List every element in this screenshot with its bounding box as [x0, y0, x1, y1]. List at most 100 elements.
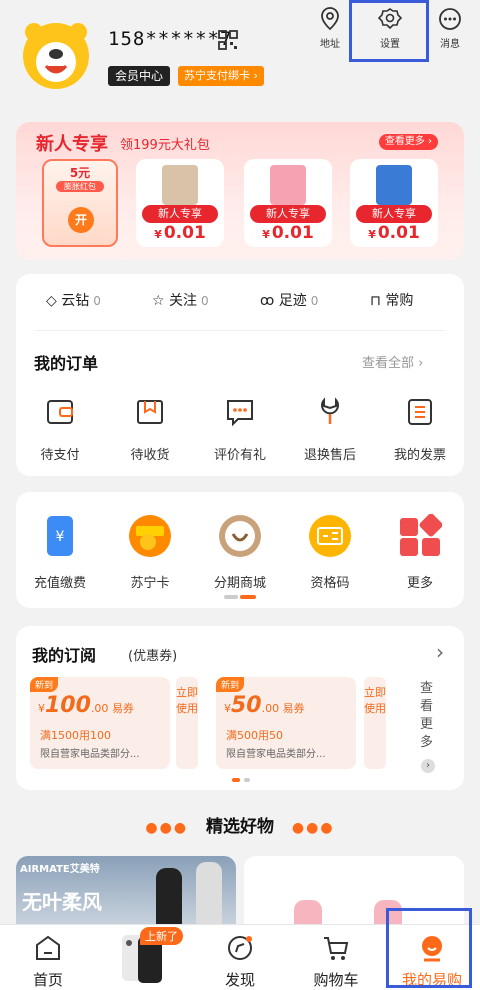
package-icon	[137, 400, 163, 424]
order-pending-payment[interactable]: 待支付	[20, 396, 100, 463]
coupon-indicator	[244, 778, 250, 782]
bag-icon: ⊓	[370, 293, 381, 309]
messages-label: 消息	[440, 39, 460, 50]
coupon-description: 限自营家电品类部分...	[40, 749, 140, 760]
new-user-banner[interactable]: 新人专享 领199元大礼包 查看更多 › 5元 膨胀红包 开 新人专享 ¥0.0…	[16, 122, 464, 260]
decor-dots: ●●●	[145, 820, 189, 836]
product-card[interactable]: 新人专享 ¥0.01	[350, 159, 438, 247]
page-indicator-active	[240, 595, 256, 599]
product-tag: 新人专享	[356, 205, 432, 223]
star-icon: ☆	[152, 293, 165, 309]
divider	[34, 330, 446, 331]
address-button[interactable]: 地址	[310, 6, 350, 50]
grid-icon	[400, 513, 443, 556]
settings-highlight-box	[349, 0, 429, 62]
qr-code-icon[interactable]	[218, 30, 238, 50]
count-diamond[interactable]: ◇ 云钻 0	[46, 290, 101, 310]
nav-home[interactable]: 首页	[0, 925, 96, 990]
use-coupon-button[interactable]: 立即使用	[364, 677, 386, 769]
compass-icon	[228, 936, 252, 960]
open-gift-button[interactable]: 开	[68, 207, 94, 233]
message-icon	[439, 8, 461, 30]
count-frequent[interactable]: ⊓ 常购	[370, 290, 417, 310]
product-tag: 新人专享	[142, 205, 218, 223]
see-more-coupons[interactable]: 查看更多	[420, 680, 436, 752]
coupon-amount: ¥100.00 易券	[38, 693, 134, 718]
product-image	[196, 862, 222, 926]
comment-icon	[227, 400, 253, 427]
new-user-title: 新人专享	[36, 134, 108, 155]
coupon-amount: ¥50.00 易券	[224, 693, 305, 718]
recharge-icon: ¥	[47, 516, 73, 556]
subscription-subtitle: (优惠券)	[128, 649, 178, 664]
see-more-button[interactable]: 查看更多 ›	[378, 134, 438, 150]
wallet-icon	[47, 400, 73, 424]
my-account-highlight-box	[386, 908, 472, 988]
order-review[interactable]: 评价有礼	[200, 396, 280, 463]
footprint-icon: ꝏ	[260, 293, 275, 309]
service-qualification-code[interactable]: 资格码	[288, 514, 372, 591]
address-label: 地址	[320, 39, 340, 50]
product-card[interactable]: 新人专享 ¥0.01	[244, 159, 332, 247]
wrench-icon	[321, 397, 339, 424]
new-user-subtitle: 领199元大礼包	[120, 138, 210, 153]
installment-icon	[219, 515, 261, 557]
order-returns[interactable]: 退换售后	[290, 396, 370, 463]
service-installment-mall[interactable]: 分期商城	[198, 514, 282, 591]
nav-cart[interactable]: 购物车	[288, 925, 384, 990]
product-price: ¥0.01	[154, 223, 206, 243]
subscription-title: 我的订阅	[32, 646, 97, 665]
order-pending-receipt[interactable]: 待收货	[110, 396, 190, 463]
location-icon	[321, 7, 339, 31]
brand-logo: AIRMATE艾美特	[20, 864, 100, 875]
use-coupon-button[interactable]: 立即使用	[176, 677, 198, 769]
messages-button[interactable]: 消息	[430, 6, 470, 50]
coupon-description: 限自营家电品类部分...	[226, 749, 326, 760]
gift-card[interactable]: 5元 膨胀红包 开	[42, 159, 118, 247]
product-image	[156, 868, 182, 926]
count-follow[interactable]: ☆ 关注 0	[152, 290, 209, 310]
suning-card-icon	[129, 515, 171, 557]
product-price: ¥0.01	[368, 223, 420, 243]
cart-icon	[324, 937, 349, 960]
nav-discover[interactable]: 发现	[192, 925, 288, 990]
coupon-card[interactable]: 新到 ¥100.00 易券 满1500用100 限自营家电品类部分...	[30, 677, 170, 769]
service-suning-card[interactable]: 苏宁卡	[108, 514, 192, 591]
nav-new-arrivals[interactable]: 上新了	[96, 925, 192, 990]
member-center-badge[interactable]: 会员中心	[108, 66, 171, 86]
invoice-icon	[408, 399, 432, 425]
service-more[interactable]: 更多	[378, 513, 462, 591]
see-all-orders[interactable]: 查看全部 ›	[362, 352, 423, 371]
pay-card-badge[interactable]: 苏宁支付绑卡 ›	[178, 66, 264, 86]
coupon-condition: 满500用50	[226, 729, 283, 742]
gift-amount: 5元	[69, 166, 91, 180]
product-image	[376, 165, 412, 205]
ticket-icon	[309, 515, 351, 557]
promo-text: 无叶柔风	[22, 890, 102, 914]
product-tag: 新人专享	[250, 205, 326, 223]
chevron-right-icon: ›	[418, 356, 424, 371]
gift-label: 膨胀红包	[56, 181, 104, 192]
coupon-indicator-active	[232, 778, 240, 782]
product-card[interactable]: 新人专享 ¥0.01	[136, 159, 224, 247]
coupon-badge: 新到	[30, 677, 59, 692]
chevron-right-icon[interactable]: ›	[436, 640, 444, 664]
orders-title: 我的订单	[34, 354, 99, 373]
featured-product-card[interactable]: AIRMATE艾美特 无叶柔风	[16, 856, 236, 926]
chevron-right-icon: ›	[421, 759, 435, 773]
page-indicator	[224, 595, 238, 599]
product-image	[270, 165, 306, 205]
order-invoice[interactable]: 我的发票	[380, 396, 460, 463]
new-arrivals-badge: 上新了	[140, 927, 183, 945]
featured-section-title: ●●● 精选好物 ●●●	[145, 817, 335, 837]
diamond-icon: ◇	[46, 293, 57, 309]
product-image	[294, 900, 322, 926]
coupon-card[interactable]: 新到 ¥50.00 易券 满500用50 限自营家电品类部分...	[216, 677, 356, 769]
coupon-condition: 满1500用100	[40, 729, 111, 742]
product-image	[162, 165, 198, 205]
avatar[interactable]	[20, 18, 92, 90]
count-footprint[interactable]: ꝏ 足迹 0	[260, 290, 318, 310]
service-recharge[interactable]: ¥ 充值缴费	[18, 514, 102, 591]
phone-number: 158******7	[108, 28, 233, 50]
coupon-badge: 新到	[216, 677, 245, 692]
